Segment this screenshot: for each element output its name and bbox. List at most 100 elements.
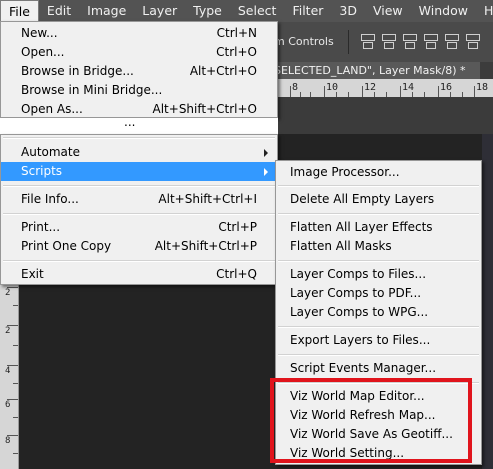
ruler-tick	[7, 435, 18, 436]
align-horizontal-center-icon[interactable]	[444, 32, 459, 50]
scripts-vizworld-refresh-map[interactable]: Viz World Refresh Map...	[276, 406, 481, 425]
menu-type[interactable]: Type	[185, 0, 230, 22]
file-menu-exit[interactable]: Exit Ctrl+Q	[1, 265, 277, 284]
file-menu-new[interactable]: New... Ctrl+N	[1, 24, 277, 43]
ruler-label: 6	[5, 400, 11, 410]
submenu-arrow-icon	[264, 168, 268, 176]
menu-filter[interactable]: Filter	[284, 0, 331, 22]
ruler-tick	[13, 453, 18, 454]
file-menu-scripts[interactable]: Scripts	[1, 162, 277, 181]
menu-item-label: Layer Comps to Files...	[290, 267, 427, 281]
menu-item-label: Layer Comps to WPG...	[290, 305, 429, 319]
menu-item-label: Scripts	[21, 164, 63, 178]
menu-item-label: Automate	[21, 145, 80, 159]
align-buttons	[360, 32, 480, 50]
menu-item-shortcut: Alt+Shift+Ctrl+I	[158, 192, 257, 206]
ruler-tick	[7, 399, 18, 400]
scripts-flatten-masks[interactable]: Flatten All Masks	[276, 237, 481, 256]
scripts-layer-comps-pdf[interactable]: Layer Comps to PDF...	[276, 284, 481, 303]
menu-separator	[278, 213, 479, 215]
scripts-vizworld-map-editor[interactable]: Viz World Map Editor...	[276, 387, 481, 406]
menu-item-shortcut: Ctrl+O	[216, 45, 257, 59]
scripts-layer-comps-wpg[interactable]: Layer Comps to WPG...	[276, 303, 481, 322]
menu-item-label: File Info...	[21, 192, 79, 206]
align-right-icon[interactable]	[465, 32, 480, 50]
ruler-tick	[474, 86, 475, 97]
menu-item-label: Layer Comps to PDF...	[290, 286, 422, 300]
ruler-tick	[290, 86, 291, 97]
ruler-tick	[438, 86, 439, 97]
canvas-scroll-edge	[482, 134, 493, 469]
workspace-strip	[270, 97, 493, 134]
menu-item-label: Open...	[21, 45, 65, 59]
scripts-image-processor[interactable]: Image Processor...	[276, 163, 481, 182]
menu-item-label: Exit	[21, 267, 44, 281]
menu-image[interactable]: Image	[79, 0, 134, 22]
vertical-ruler: 2 2 4 6 8	[0, 285, 19, 469]
horizontal-ruler: 8 10 12 14 16 18	[270, 79, 493, 98]
ruler-label: 4	[5, 366, 11, 376]
ruler-label: 2	[5, 288, 11, 298]
file-menu-lower: Automate Scripts File Info... Alt+Shift+…	[0, 134, 278, 285]
menu-select[interactable]: Select	[230, 0, 285, 22]
ruler-tick	[362, 86, 363, 97]
file-menu-print[interactable]: Print... Ctrl+P	[1, 218, 277, 237]
ruler-tick	[13, 305, 18, 306]
menu-item-label: Viz World Refresh Map...	[290, 408, 436, 422]
menu-item-shortcut: Alt+Shift+Ctrl+P	[154, 239, 257, 253]
menu-item-label: Viz World Setting...	[290, 446, 405, 460]
ruler-tick	[13, 417, 18, 418]
file-menu-browse-mini-bridge[interactable]: Browse in Mini Bridge...	[1, 81, 277, 100]
menu-item-label: Image Processor...	[290, 165, 400, 179]
menu-file[interactable]: File	[0, 0, 39, 22]
menu-item-label: Browse in Mini Bridge...	[21, 83, 163, 97]
file-menu-print-one-copy[interactable]: Print One Copy Alt+Shift+Ctrl+P	[1, 237, 277, 256]
document-tab[interactable]: SELECTED_LAND", Layer Mask/8) *	[270, 62, 480, 79]
menu-separator	[278, 326, 479, 328]
menu-item-label: New...	[21, 26, 58, 40]
align-top-icon[interactable]	[360, 32, 375, 50]
align-left-icon[interactable]	[423, 32, 438, 50]
menu-item-label: Print...	[21, 220, 61, 234]
scripts-vizworld-save-geotiff[interactable]: Viz World Save As Geotiff...	[276, 425, 481, 444]
scripts-export-layers[interactable]: Export Layers to Files...	[276, 331, 481, 350]
menu-item-label: Browse in Bridge...	[21, 64, 134, 78]
scripts-vizworld-setting[interactable]: Viz World Setting...	[276, 444, 481, 463]
ruler-tick	[7, 287, 18, 288]
menu-edit[interactable]: Edit	[39, 0, 79, 22]
file-menu-file-info[interactable]: File Info... Alt+Shift+Ctrl+I	[1, 190, 277, 209]
menu-separator	[3, 260, 275, 262]
menu-truncation-gap: ...	[0, 115, 278, 134]
menu-item-label: Flatten All Layer Effects	[290, 220, 433, 234]
scripts-layer-comps-files[interactable]: Layer Comps to Files...	[276, 265, 481, 284]
menu-item-label: Print One Copy	[21, 239, 112, 253]
scripts-events-manager[interactable]: Script Events Manager...	[276, 359, 481, 378]
file-menu-open-as[interactable]: Open As... Alt+Shift+Ctrl+O	[1, 100, 277, 119]
scripts-flatten-layer-effects[interactable]: Flatten All Layer Effects	[276, 218, 481, 237]
menu-item-label: Delete All Empty Layers	[290, 192, 435, 206]
file-menu-browse-bridge[interactable]: Browse in Bridge... Alt+Ctrl+O	[1, 62, 277, 81]
align-bottom-icon[interactable]	[402, 32, 417, 50]
truncated-items-ellipsis: ...	[124, 115, 136, 129]
file-menu-open[interactable]: Open... Ctrl+O	[1, 43, 277, 62]
menu-separator	[3, 137, 275, 139]
menu-item-label: Viz World Save As Geotiff...	[290, 427, 453, 441]
menu-window[interactable]: Window	[411, 0, 476, 22]
options-bar: m Controls	[270, 22, 493, 63]
menu-separator	[3, 213, 275, 215]
menu-separator	[3, 185, 275, 187]
menu-3d[interactable]: 3D	[331, 0, 365, 22]
scripts-delete-empty-layers[interactable]: Delete All Empty Layers	[276, 190, 481, 209]
menu-separator	[278, 354, 479, 356]
ruler-label: 18	[476, 82, 489, 93]
submenu-arrow-icon	[264, 149, 268, 157]
ruler-tick	[7, 325, 18, 326]
ruler-tick	[13, 383, 18, 384]
transform-controls-label[interactable]: m Controls	[274, 35, 334, 48]
file-menu-automate[interactable]: Automate	[1, 143, 277, 162]
menu-help[interactable]: Help	[476, 0, 493, 22]
align-vertical-center-icon[interactable]	[381, 32, 396, 50]
menu-item-shortcut: Ctrl+P	[218, 220, 257, 234]
menu-view[interactable]: View	[365, 0, 411, 22]
menu-layer[interactable]: Layer	[134, 0, 185, 22]
